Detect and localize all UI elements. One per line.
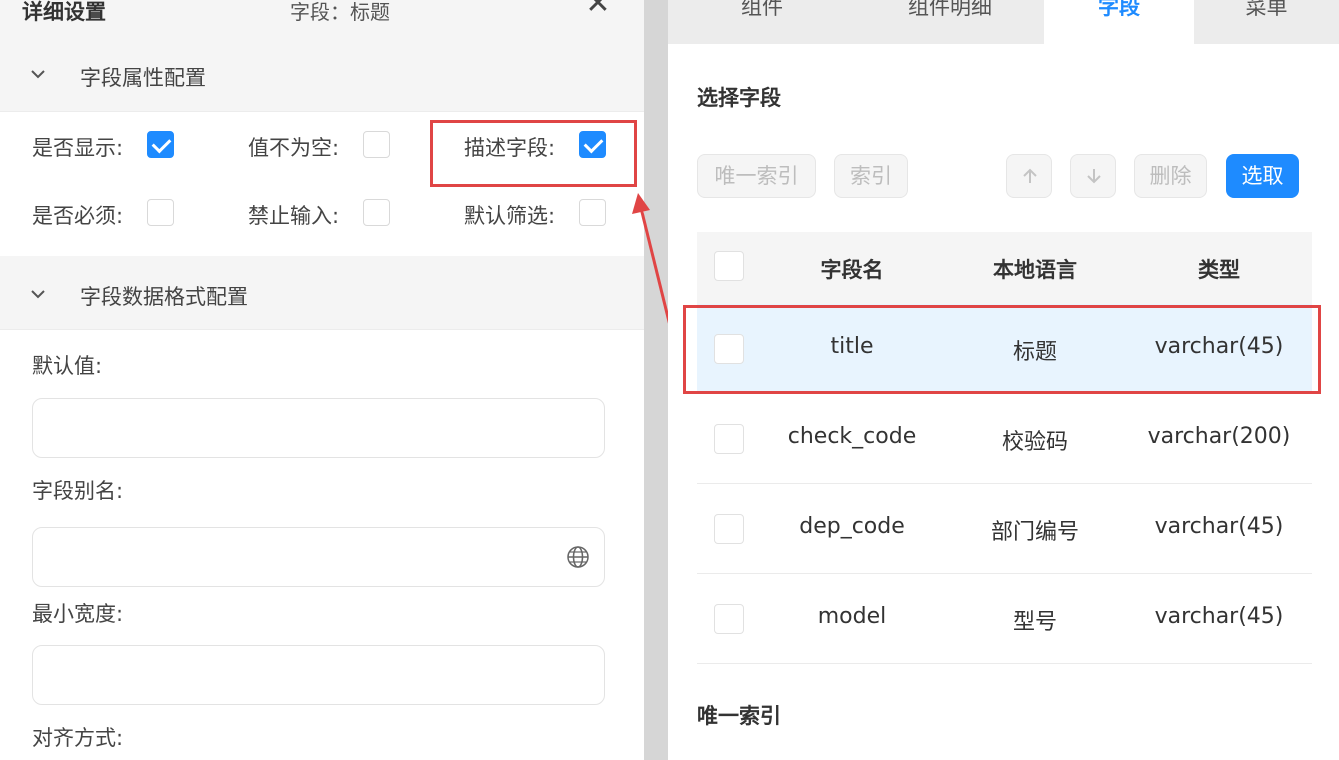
panel-splitter[interactable]: [644, 0, 668, 760]
field-name-cell: check_code: [787, 424, 917, 449]
default-filter-label: 默认筛选:: [464, 204, 556, 228]
panel-title: 详细设置: [22, 0, 106, 24]
table-row[interactable]: model 型号 varchar(45): [697, 574, 1312, 664]
field-name-cell: model: [817, 604, 887, 629]
tab-field[interactable]: 字段: [1044, 0, 1194, 44]
highlight-box: [430, 120, 637, 187]
local-language-cell: 校验码: [1001, 430, 1068, 455]
select-all-checkbox[interactable]: [714, 251, 744, 281]
show-label: 是否显示:: [32, 136, 124, 160]
required-checkbox[interactable]: [147, 199, 174, 226]
alignment-label: 对齐方式:: [32, 726, 124, 750]
column-header: 字段名: [820, 258, 884, 282]
select-field-title: 选择字段: [697, 86, 781, 110]
select-button[interactable]: 选取: [1226, 154, 1299, 198]
tab-component-detail[interactable]: 组件明细: [856, 0, 1044, 44]
close-icon[interactable]: ✕: [584, 0, 612, 19]
section-label: 字段属性配置: [80, 66, 206, 90]
section-field-attributes[interactable]: 字段属性配置: [0, 40, 644, 112]
field-name-cell: dep_code: [799, 514, 905, 539]
field-alias-input[interactable]: [32, 527, 605, 587]
not-null-label: 值不为空:: [248, 136, 340, 160]
table-header: 字段名 本地语言 类型: [697, 232, 1312, 304]
panel-header: 详细设置 字段：标题 ✕: [0, 0, 644, 40]
not-null-checkbox[interactable]: [363, 131, 390, 158]
arrow-down-icon: [1087, 169, 1101, 184]
arrow-up-icon: [1023, 168, 1037, 183]
move-up-button[interactable]: [1006, 154, 1052, 198]
field-selection-panel: 组件 组件明细 字段 菜单 选择字段 唯一索引 索引 删除 选取 字段名 本地语…: [668, 0, 1339, 760]
type-cell: varchar(45): [1154, 604, 1284, 629]
detail-settings-panel: 详细设置 字段：标题 ✕ 字段属性配置 是否显示: 值不为空: 描述字段: 是否…: [0, 0, 644, 760]
row-checkbox[interactable]: [714, 604, 744, 634]
min-width-input[interactable]: [32, 645, 605, 705]
row-checkbox[interactable]: [714, 424, 744, 454]
unique-index-button[interactable]: 唯一索引: [697, 154, 816, 198]
chevron-down-icon: [31, 70, 45, 79]
section-label: 字段数据格式配置: [80, 285, 248, 309]
local-language-cell: 部门编号: [990, 520, 1079, 545]
row-checkbox[interactable]: [714, 514, 744, 544]
column-header: 类型: [1198, 258, 1240, 282]
column-header: 本地语言: [993, 258, 1077, 282]
highlight-box: [683, 305, 1321, 394]
default-value-label: 默认值:: [32, 354, 103, 378]
required-label: 是否必须:: [32, 204, 124, 228]
type-cell: varchar(45): [1154, 514, 1284, 539]
unique-index-title: 唯一索引: [697, 704, 781, 728]
min-width-label: 最小宽度:: [32, 602, 124, 626]
tab-bar: 组件 组件明细 字段 菜单: [668, 0, 1339, 44]
table-row[interactable]: dep_code 部门编号 varchar(45): [697, 484, 1312, 574]
tab-component[interactable]: 组件: [668, 0, 856, 44]
local-language-cell: 型号: [1012, 610, 1057, 635]
disable-input-checkbox[interactable]: [363, 199, 390, 226]
chevron-down-icon: [31, 290, 45, 299]
show-checkbox[interactable]: [147, 131, 174, 158]
section-data-format[interactable]: 字段数据格式配置: [0, 256, 644, 330]
table-row[interactable]: check_code 校验码 varchar(200): [697, 394, 1312, 484]
default-filter-checkbox[interactable]: [579, 199, 606, 226]
globe-icon[interactable]: [566, 545, 590, 569]
delete-button[interactable]: 删除: [1134, 154, 1207, 198]
panel-subtitle: 字段：标题: [290, 0, 390, 24]
tab-menu[interactable]: 菜单: [1194, 0, 1339, 44]
type-cell: varchar(200): [1147, 424, 1291, 449]
index-button[interactable]: 索引: [834, 154, 908, 198]
move-down-button[interactable]: [1070, 154, 1116, 198]
default-value-input[interactable]: [32, 398, 605, 458]
disable-input-label: 禁止输入:: [248, 204, 340, 228]
field-alias-label: 字段别名:: [32, 479, 124, 503]
